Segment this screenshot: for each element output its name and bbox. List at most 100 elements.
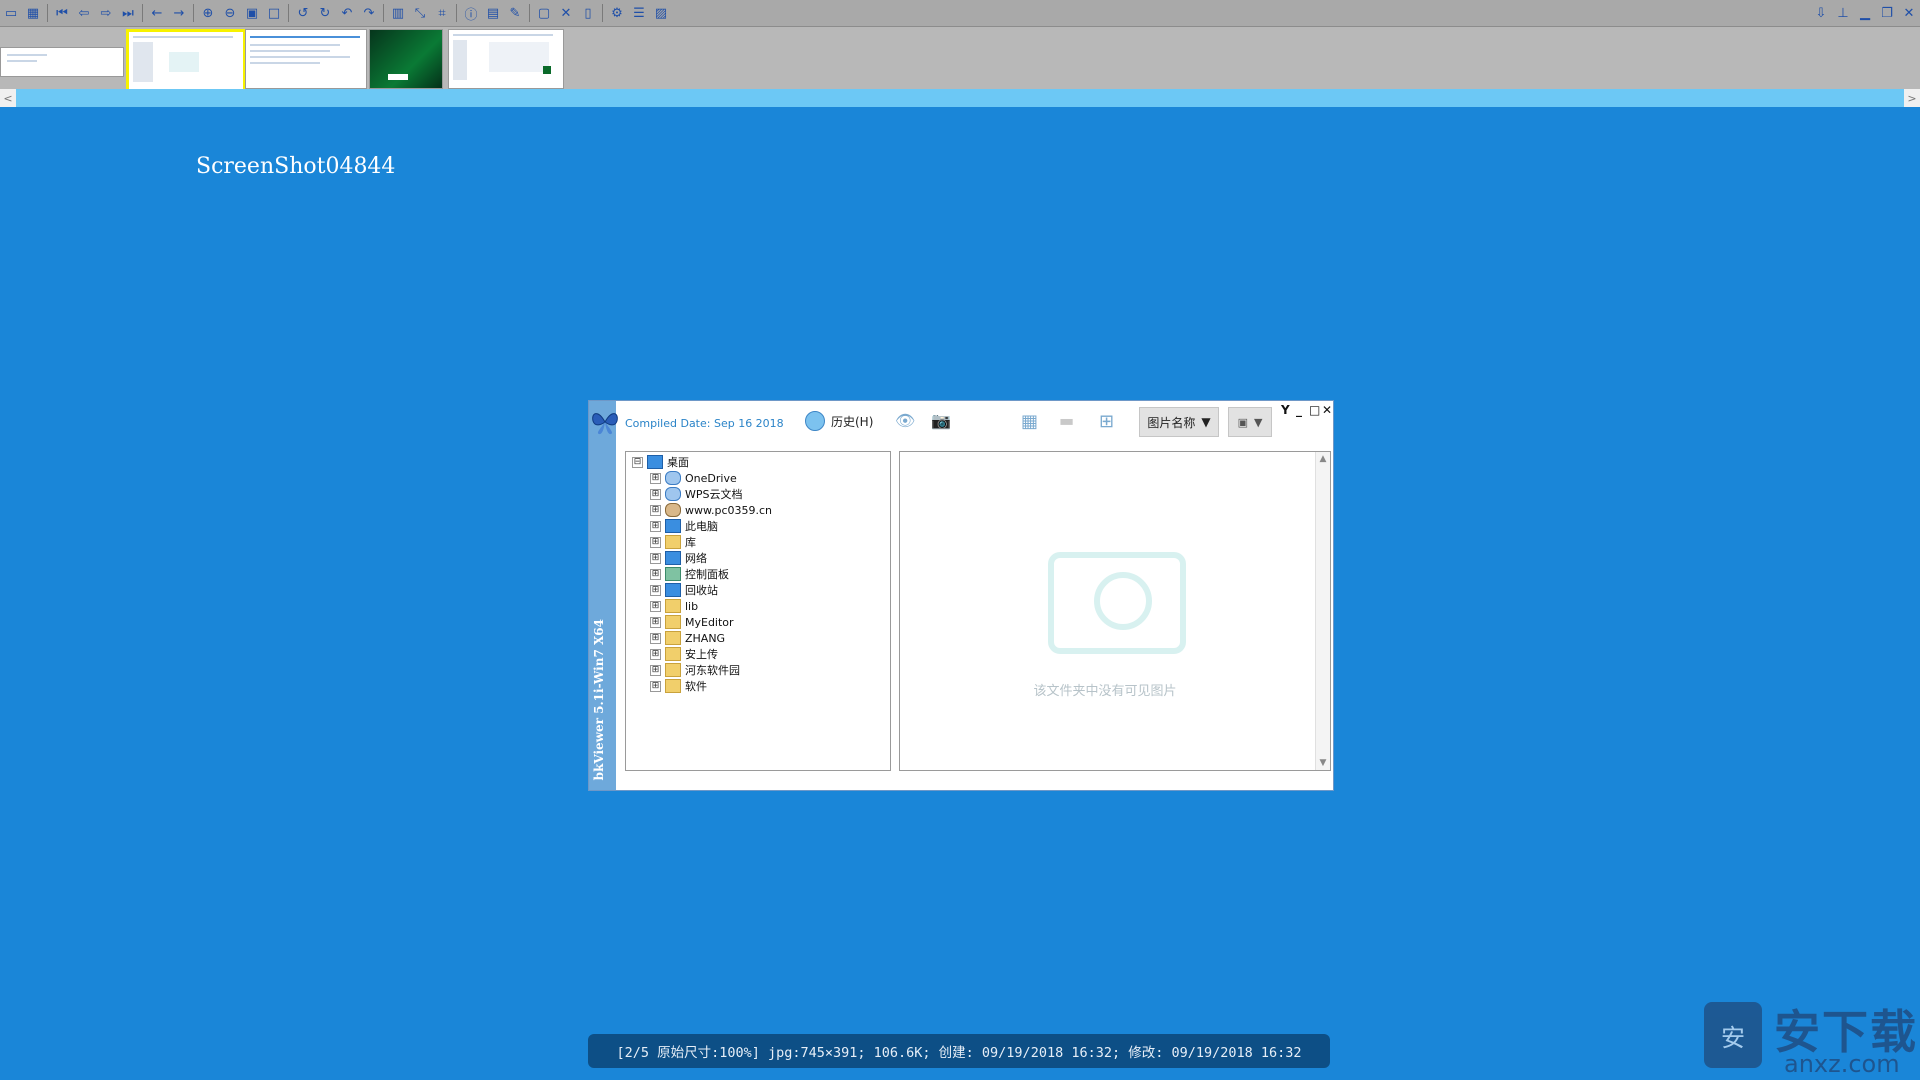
crop-icon[interactable]: ⌗ (432, 3, 452, 23)
expand-icon[interactable]: ⊞ (650, 648, 661, 660)
info-icon[interactable]: ⓘ (461, 3, 481, 23)
scroll-left-icon[interactable]: < (0, 89, 16, 107)
camera-icon[interactable]: 📷 (931, 411, 951, 430)
sort-label: 图片名称 (1147, 415, 1196, 430)
thumbnail[interactable] (448, 29, 564, 89)
tree-item-label: lib (685, 599, 699, 613)
collapse-icon[interactable]: ⊟ (632, 456, 643, 468)
pin-icon[interactable]: ⊥ (1833, 3, 1853, 23)
expand-icon[interactable]: ⊞ (650, 616, 661, 628)
expand-icon[interactable]: ⊞ (650, 584, 661, 596)
first-icon[interactable]: ⏮ (52, 3, 72, 23)
scroll-down-icon[interactable]: ▼ (1316, 756, 1330, 770)
forward-icon[interactable]: → (169, 3, 189, 23)
resize-icon[interactable]: ⤡ (410, 3, 430, 23)
cloud-folder-icon (665, 471, 681, 485)
zoom-in-icon[interactable]: ⊕ (198, 3, 218, 23)
tree-item[interactable]: ⊞ OneDrive (650, 470, 737, 486)
sort-dropdown[interactable]: 图片名称 ▼ (1139, 407, 1219, 437)
restore-icon[interactable]: ❐ (1877, 3, 1897, 23)
tree-item[interactable]: ⊞ lib (650, 598, 698, 614)
delete-icon[interactable]: ✕ (556, 3, 576, 23)
color-icon[interactable]: ▥ (388, 3, 408, 23)
history-label: 历史(H) (831, 414, 874, 429)
grid-icon[interactable]: ▦ (23, 3, 43, 23)
expand-icon[interactable]: ⊞ (650, 664, 661, 676)
edit-icon[interactable]: ✎ (505, 3, 525, 23)
rotate-left-icon[interactable]: ↺ (293, 3, 313, 23)
rotate-right-icon[interactable]: ↻ (315, 3, 335, 23)
file-icon[interactable]: ▭ (1, 3, 21, 23)
tree-item[interactable]: ⊞ 安上传 (650, 646, 718, 662)
maximize-icon[interactable]: □ (1309, 403, 1320, 417)
tree-item[interactable]: ⊟ 桌面 (632, 454, 689, 470)
minimize-icon[interactable]: ▁ (1855, 3, 1875, 23)
view-mode-dropdown[interactable]: ▣ ▼ (1228, 407, 1272, 437)
grid-view-icon[interactable]: ▦ (1021, 411, 1038, 432)
tree-item[interactable]: ⊞ 河东软件园 (650, 662, 740, 678)
eye-icon[interactable]: 👁 (895, 411, 915, 430)
expand-icon[interactable]: ⊞ (650, 552, 661, 564)
horizontal-scrollbar[interactable]: < > (0, 89, 1920, 107)
toolbar-separator (47, 4, 48, 22)
thumbnail[interactable] (369, 29, 443, 89)
thumbnail[interactable] (245, 29, 367, 89)
thumbnail[interactable] (0, 47, 124, 77)
download-icon[interactable]: ⇩ (1811, 3, 1831, 23)
redo-icon[interactable]: ↷ (359, 3, 379, 23)
close-icon[interactable]: ✕ (1899, 3, 1919, 23)
slider-icon[interactable]: ▬ (1059, 411, 1074, 430)
viewer-window: bkViewer 5.1i-Win7 X64 Compiled Date: Se… (588, 400, 1334, 791)
expand-icon[interactable]: ⊞ (650, 488, 661, 500)
tree-item[interactable]: ⊞ WPS云文档 (650, 486, 743, 502)
expand-icon[interactable]: ⊞ (650, 600, 661, 612)
expand-icon[interactable]: ⊞ (650, 568, 661, 580)
history-button[interactable]: 历史(H) (805, 411, 873, 431)
blue-folder-icon (665, 519, 681, 533)
rect-icon[interactable]: □ (264, 3, 284, 23)
pin-icon[interactable]: Y (1281, 403, 1290, 417)
zoom-out-icon[interactable]: ⊖ (220, 3, 240, 23)
tree-item[interactable]: ⊞ www.pc0359.cn (650, 502, 772, 518)
undo-icon[interactable]: ↶ (337, 3, 357, 23)
scroll-right-icon[interactable]: > (1904, 89, 1920, 107)
close-icon[interactable]: ✕ (1322, 403, 1332, 417)
chevron-down-icon: ▼ (1253, 415, 1263, 429)
expand-icon[interactable]: ⊞ (650, 520, 661, 532)
last-icon[interactable]: ⏭ (118, 3, 138, 23)
sidebar-title: bkViewer 5.1i-Win7 X64 (592, 618, 606, 780)
back-icon[interactable]: ← (147, 3, 167, 23)
fit-icon[interactable]: ▣ (242, 3, 262, 23)
histogram-icon[interactable]: ▤ (483, 3, 503, 23)
tree-item[interactable]: ⊞ 此电脑 (650, 518, 718, 534)
prev-icon[interactable]: ⇦ (74, 3, 94, 23)
tree-item[interactable]: ⊞ MyEditor (650, 614, 734, 630)
folder-tree[interactable]: ⊟ 桌面 ⊞ OneDrive ⊞ WPS云文档 ⊞ www.pc0359.cn ⊞ 此电脑 ⊞ 库 ⊞… (625, 451, 891, 771)
scroll-up-icon[interactable]: ▲ (1316, 452, 1330, 466)
expand-icon[interactable]: ⊞ (650, 632, 661, 644)
thumbnail-view-icon[interactable]: ⊞ (1099, 411, 1114, 432)
tree-item[interactable]: ⊞ 网络 (650, 550, 707, 566)
thumbnail-selected[interactable] (126, 29, 246, 93)
settings-icon[interactable]: ⚙ (607, 3, 627, 23)
minimize-icon[interactable]: _ (1296, 403, 1302, 417)
tree-item[interactable]: ⊞ 库 (650, 534, 696, 550)
expand-icon[interactable]: ⊞ (650, 504, 661, 516)
list-icon[interactable]: ☰ (629, 3, 649, 23)
tree-item[interactable]: ⊞ 回收站 (650, 582, 718, 598)
main-toolbar: ▭ ▦ ⏮ ⇦ ⇨ ⏭ ← → ⊕ ⊖ ▣ □ ↺ ↻ ↶ ↷ ▥ ⤡ ⌗ ⓘ ▤ ✎ ▢ ✕ ▯ ⚙ ☰ ▨ ⇩ ⊥ ▁ ❐ ✕ (0, 0, 1920, 27)
expand-icon[interactable]: ⊞ (650, 680, 661, 692)
tree-item-label: 控制面板 (685, 568, 729, 581)
vertical-scrollbar[interactable]: ▲ ▼ (1315, 452, 1330, 770)
tree-item[interactable]: ⊞ 软件 (650, 678, 707, 694)
copy-icon[interactable]: ▯ (578, 3, 598, 23)
folder-icon[interactable]: ▨ (651, 3, 671, 23)
expand-icon[interactable]: ⊞ (650, 536, 661, 548)
tree-item[interactable]: ⊞ 控制面板 (650, 566, 729, 582)
tree-item-label: 库 (685, 536, 696, 549)
butterfly-logo-icon (590, 407, 620, 437)
next-icon[interactable]: ⇨ (96, 3, 116, 23)
tree-item[interactable]: ⊞ ZHANG (650, 630, 725, 646)
window-icon[interactable]: ▢ (534, 3, 554, 23)
expand-icon[interactable]: ⊞ (650, 472, 661, 484)
